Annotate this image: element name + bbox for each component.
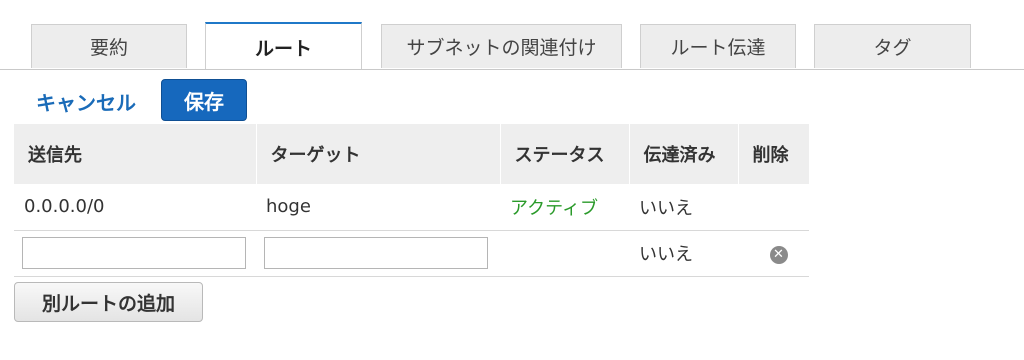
header-status: ステータス [500,124,630,184]
header-remove: 削除 [738,124,809,184]
table-header-row: 送信先 ターゲット ステータス 伝達済み 削除 [14,124,809,184]
tab-summary[interactable]: 要約 [31,24,187,68]
edit-actions: キャンセル 保存 [0,79,1024,123]
tab-route-propagation[interactable]: ルート伝達 [640,24,796,68]
cell-status: アクティブ [500,184,629,231]
cell-target-input [256,230,500,277]
save-button[interactable]: 保存 [161,79,247,121]
tab-subnet-associations[interactable]: サブネットの関連付け [381,24,622,68]
add-route-button[interactable]: 別ルートの追加 [14,282,203,322]
destination-input[interactable] [22,237,246,269]
table-row-new: いいえ ✕ [14,230,809,277]
header-target: ターゲット [256,124,501,184]
cell-destination-input [14,230,256,277]
cell-propagated: いいえ [629,230,738,277]
cell-target: hoge [256,184,500,231]
target-input[interactable] [264,237,488,269]
cell-status-empty [500,230,629,277]
header-propagated: 伝達済み [629,124,739,184]
remove-circle-icon[interactable]: ✕ [769,245,788,264]
tab-bar: 要約 ルート サブネットの関連付け ルート伝達 タグ [0,0,1024,70]
cell-remove-empty [738,184,809,231]
cell-propagated: いいえ [629,184,738,231]
cell-destination: 0.0.0.0/0 [14,184,256,231]
tab-routes[interactable]: ルート [205,22,362,70]
table-row: 0.0.0.0/0 hoge アクティブ いいえ [14,184,809,231]
routes-table: 送信先 ターゲット ステータス 伝達済み 削除 0.0.0.0/0 hoge ア… [14,124,809,277]
cell-remove: ✕ [738,230,809,277]
cancel-link[interactable]: キャンセル [36,87,136,116]
tab-tags[interactable]: タグ [814,24,971,68]
header-destination: 送信先 [14,124,257,184]
tab-divider [0,69,1024,70]
